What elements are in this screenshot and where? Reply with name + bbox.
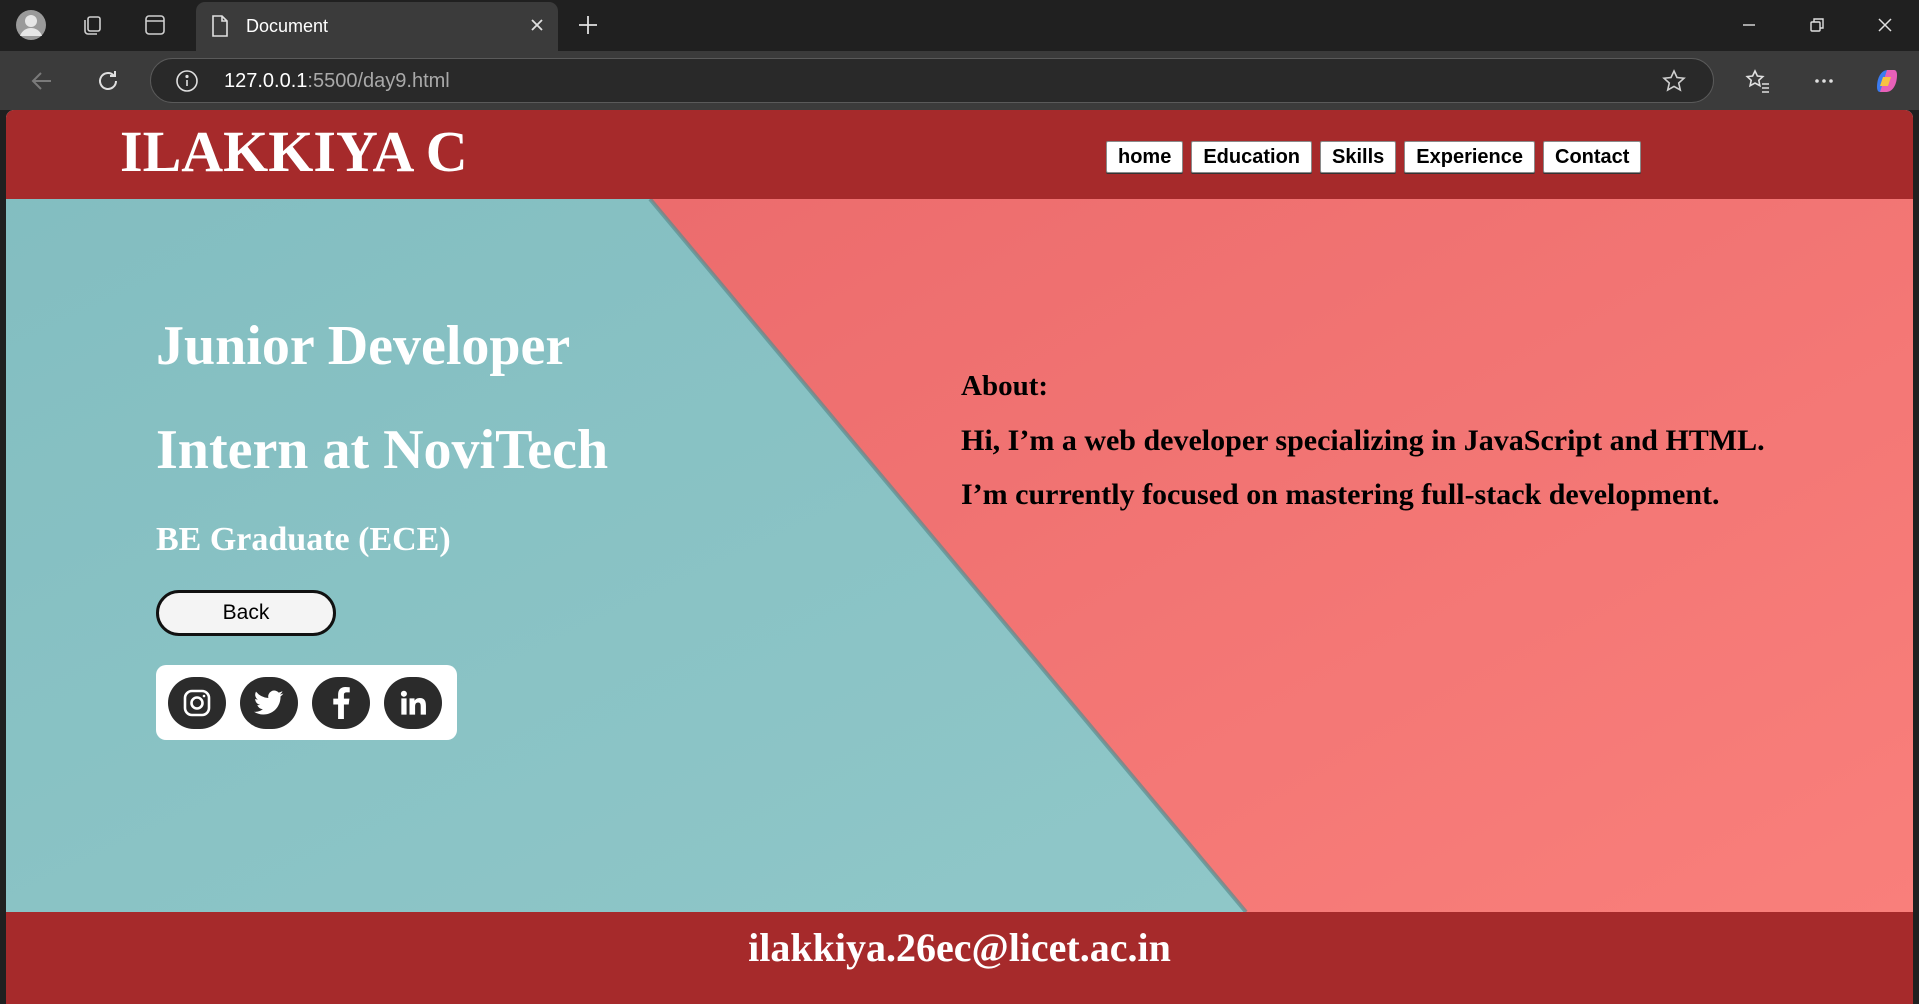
nav-experience-button[interactable]: Experience: [1404, 141, 1536, 173]
site-info-icon[interactable]: [175, 69, 199, 98]
nav-contact-button[interactable]: Contact: [1543, 141, 1642, 173]
back-arrow-icon[interactable]: [25, 64, 59, 98]
instagram-icon[interactable]: [168, 677, 226, 729]
nav-education-button[interactable]: Education: [1191, 141, 1313, 173]
page-viewport: ILAKKIYA C home Education Skills Experie…: [6, 110, 1913, 1004]
more-options-icon[interactable]: [1807, 64, 1841, 98]
new-tab-plus-icon[interactable]: [572, 9, 604, 41]
site-nav: home Education Skills Experience Contact: [1106, 141, 1642, 173]
reload-icon[interactable]: [91, 64, 125, 98]
site-header: ILAKKIYA C home Education Skills Experie…: [6, 110, 1913, 199]
about-title: About:: [961, 370, 1049, 402]
footer-email[interactable]: ilakkiya.26ec@licet.ac.in: [6, 928, 1913, 968]
url-host: 127.0.0.1: [224, 70, 308, 92]
restore-window-icon[interactable]: [1797, 9, 1837, 41]
minimize-window-icon[interactable]: [1729, 9, 1769, 41]
social-links: [156, 665, 457, 740]
favorites-icon[interactable]: [1741, 64, 1775, 98]
linkedin-icon[interactable]: [384, 677, 442, 729]
favorite-star-icon[interactable]: [1661, 68, 1687, 99]
nav-home-button[interactable]: home: [1106, 141, 1184, 173]
url-path: :5500/day9.html: [307, 70, 450, 92]
tab-title: Document: [246, 16, 329, 36]
document-icon: [210, 14, 230, 43]
site-footer: ilakkiya.26ec@licet.ac.in: [6, 912, 1913, 1004]
site-logo: ILAKKIYA C: [120, 119, 468, 184]
facebook-icon[interactable]: [312, 677, 370, 729]
browser-tab-active[interactable]: Document: [196, 2, 558, 51]
close-window-icon[interactable]: [1865, 9, 1905, 41]
about-line-2: I’m currently focused on mastering full-…: [961, 478, 1720, 511]
nav-skills-button[interactable]: Skills: [1320, 141, 1397, 173]
about-line-1: Hi, I’m a web developer specializing in …: [961, 424, 1765, 457]
workspaces-icon[interactable]: [76, 9, 108, 41]
profile-avatar-icon[interactable]: [15, 9, 47, 41]
twitter-icon[interactable]: [240, 677, 298, 729]
headline-education: BE Graduate (ECE): [156, 521, 451, 558]
vertical-tabs-icon[interactable]: [139, 9, 171, 41]
close-tab-icon[interactable]: [526, 14, 548, 41]
headline-company: Intern at NoviTech: [156, 419, 609, 481]
browser-toolbar: 127.0.0.1:5500/day9.html: [0, 51, 1919, 110]
browser-tab-strip: Document: [0, 0, 1919, 51]
copilot-icon[interactable]: [1870, 64, 1904, 98]
url-text: 127.0.0.1:5500/day9.html: [224, 70, 450, 93]
address-bar[interactable]: 127.0.0.1:5500/day9.html: [150, 58, 1714, 103]
back-button[interactable]: Back: [156, 590, 336, 636]
headline-role: Junior Developer: [156, 315, 571, 377]
